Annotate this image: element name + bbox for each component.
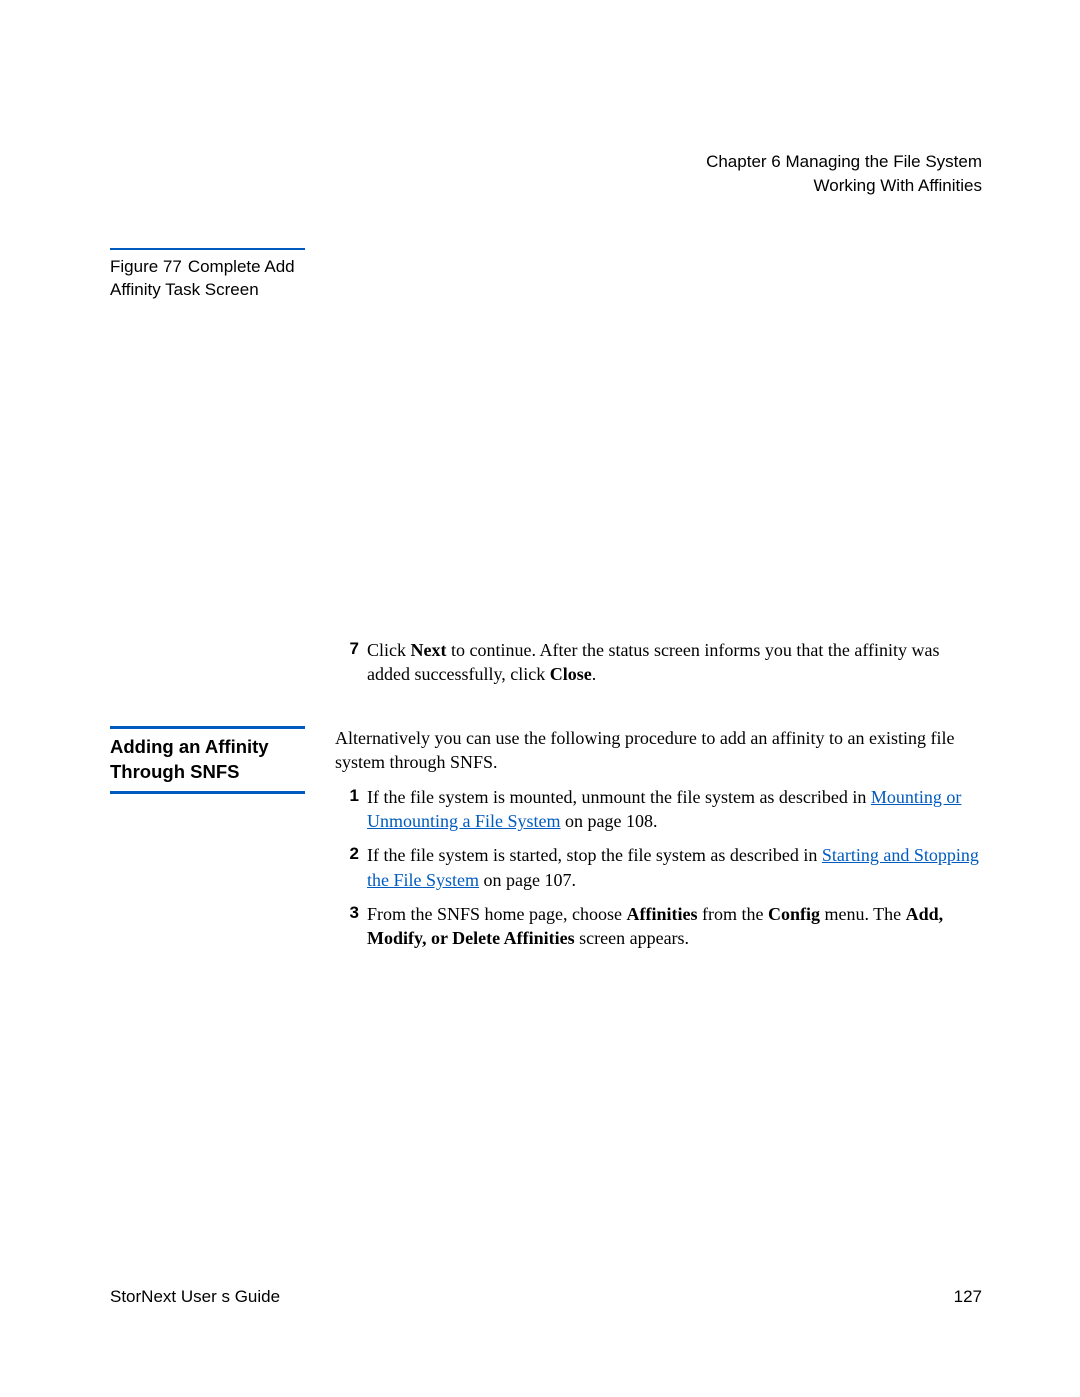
step-7: 7 Click Next to continue. After the stat… [335,638,982,687]
step-2: 2 If the file system is started, stop th… [335,843,982,892]
step-text: If the file system is mounted, unmount t… [367,785,982,834]
page: Chapter 6 Managing the File System Worki… [0,0,1080,1397]
caption-rule [110,248,305,250]
step-text: Click Next to continue. After the status… [367,638,982,687]
header-chapter: Chapter 6 Managing the File System [110,150,982,174]
heading-line2: Through SNFS [110,760,305,785]
step-3: 3 From the SNFS home page, choose Affini… [335,902,982,951]
page-header: Chapter 6 Managing the File System Worki… [110,150,982,198]
step-1: 1 If the file system is mounted, unmount… [335,785,982,834]
page-footer: StorNext User s Guide 127 [110,1286,982,1309]
step-text: If the file system is started, stop the … [367,843,982,892]
step-number: 1 [335,785,367,834]
section-intro: Alternatively you can use the following … [335,726,982,775]
heading-line1: Adding an Affinity [110,735,305,760]
step-number: 2 [335,843,367,892]
step-number: 7 [335,638,367,687]
footer-page-number: 127 [954,1286,982,1309]
header-topic: Working With Affinities [110,174,982,198]
step-text: From the SNFS home page, choose Affiniti… [367,902,982,951]
figure-image-placeholder [335,248,982,628]
figure-number: Figure 77 [110,257,182,276]
footer-guide-name: StorNext User s Guide [110,1286,280,1309]
figure-caption: Figure 77Complete Add Affinity Task Scre… [110,256,305,302]
section-heading: Adding an Affinity Through SNFS [110,726,335,800]
step-number: 3 [335,902,367,951]
